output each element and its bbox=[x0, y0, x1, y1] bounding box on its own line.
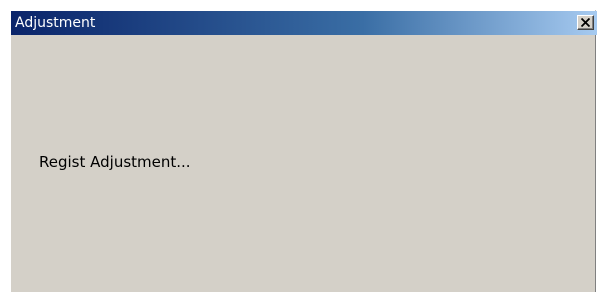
close-icon bbox=[581, 18, 590, 27]
close-button[interactable] bbox=[577, 15, 594, 30]
adjustment-dialog: Adjustment Regist Adjustment... bbox=[10, 10, 597, 292]
title-bar[interactable]: Adjustment bbox=[11, 11, 597, 35]
window-title: Adjustment bbox=[15, 15, 96, 31]
status-message: Regist Adjustment... bbox=[39, 153, 191, 171]
